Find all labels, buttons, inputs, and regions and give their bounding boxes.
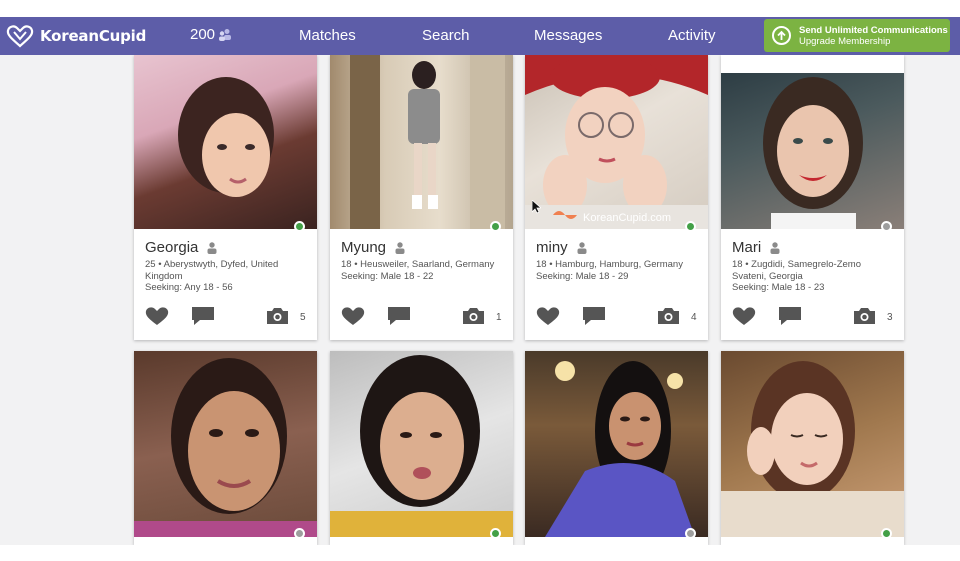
heart-icon[interactable] <box>145 306 169 326</box>
profile-card[interactable] <box>721 351 904 545</box>
credits-counter[interactable]: 200 <box>190 26 232 43</box>
upgrade-subtitle: Upgrade Membership <box>799 35 891 47</box>
person-icon <box>207 241 217 254</box>
profile-seeking: Seeking: Male 18 - 23 <box>732 282 825 293</box>
heart-icon[interactable] <box>732 306 756 326</box>
profile-photo[interactable]: KoreanCupid.com <box>525 55 708 229</box>
top-margin <box>0 0 960 17</box>
face-illustration <box>178 77 274 197</box>
profile-card[interactable] <box>525 351 708 545</box>
camera-icon[interactable] <box>853 306 876 325</box>
profile-details: 18 • Heusweiler, Saarland, Germany Seeki… <box>341 259 506 282</box>
face-illustration <box>134 358 317 537</box>
profile-card[interactable] <box>330 351 513 545</box>
offline-status-dot <box>294 528 305 539</box>
profile-photo[interactable] <box>525 351 708 537</box>
users-icon <box>219 28 232 41</box>
mouse-cursor-icon <box>532 200 541 214</box>
profile-name-row: Myung <box>341 239 405 256</box>
online-status-dot <box>294 221 305 232</box>
credits-count: 200 <box>190 26 216 43</box>
message-icon[interactable] <box>582 306 606 326</box>
profile-seeking: Seeking: Male 18 - 29 <box>536 270 629 282</box>
card-actions: 5 <box>145 306 310 328</box>
face-illustration: KoreanCupid.com <box>525 55 708 229</box>
profile-photo[interactable] <box>330 55 513 229</box>
profile-photo[interactable] <box>134 55 317 229</box>
photo-count: 3 <box>887 312 893 323</box>
watermark-text: KoreanCupid.com <box>583 212 671 224</box>
profile-card[interactable]: KoreanCupid.com miny 18 • Hamburg, Hambu… <box>525 55 708 340</box>
arrow-up-icon <box>772 26 791 45</box>
camera-icon[interactable] <box>657 306 680 325</box>
online-status-dot <box>881 528 892 539</box>
photo-count: 4 <box>691 312 697 323</box>
camera-icon[interactable] <box>266 306 289 325</box>
person-icon <box>395 241 405 254</box>
profile-location: 25 • Aberystwyth, Dyfed, United Kingdom <box>145 259 279 282</box>
profile-name-row: miny <box>536 239 587 256</box>
profile-name[interactable]: Georgia <box>145 239 198 256</box>
profile-details: 18 • Zugdidi, Samegrelo-Zemo Svateni, Ge… <box>732 259 897 294</box>
nav-search[interactable]: Search <box>422 27 470 44</box>
photo-count: 1 <box>496 312 502 323</box>
profile-photo[interactable] <box>330 351 513 537</box>
profile-seeking: Seeking: Male 18 - 22 <box>341 270 434 282</box>
offline-status-dot <box>881 221 892 232</box>
profile-details: 18 • Hamburg, Hamburg, Germany Seeking: … <box>536 259 701 282</box>
face-illustration <box>721 361 904 537</box>
profile-name-row: Georgia <box>145 239 217 256</box>
profile-grid: Georgia 25 • Aberystwyth, Dyfed, United … <box>0 55 960 545</box>
nav-matches[interactable]: Matches <box>299 27 356 44</box>
profile-card[interactable]: Myung 18 • Heusweiler, Saarland, Germany… <box>330 55 513 340</box>
profile-card[interactable] <box>134 351 317 545</box>
upgrade-button[interactable]: Send Unlimited Communications Upgrade Me… <box>764 19 950 52</box>
profile-location: 18 • Heusweiler, Saarland, Germany <box>341 259 495 270</box>
person-icon <box>770 241 780 254</box>
message-icon[interactable] <box>387 306 411 326</box>
brand-logo[interactable]: KoreanCupid <box>6 22 146 50</box>
profile-name[interactable]: miny <box>536 239 568 256</box>
offline-status-dot <box>685 528 696 539</box>
message-icon[interactable] <box>778 306 802 326</box>
card-actions: 4 <box>536 306 701 328</box>
profile-photo[interactable] <box>721 73 904 229</box>
card-actions: 3 <box>732 306 897 328</box>
profile-card[interactable]: Georgia 25 • Aberystwyth, Dyfed, United … <box>134 55 317 340</box>
heart-icon[interactable] <box>341 306 365 326</box>
screen: KoreanCupid 200 Matches Search Messages … <box>0 0 960 561</box>
face-illustration <box>763 77 863 229</box>
person-icon <box>577 241 587 254</box>
brand-name: KoreanCupid <box>40 27 147 45</box>
profile-name-row: Mari <box>732 239 780 256</box>
card-actions: 1 <box>341 306 506 328</box>
heart-icon[interactable] <box>536 306 560 326</box>
nav-messages[interactable]: Messages <box>534 27 602 44</box>
profile-details: 25 • Aberystwyth, Dyfed, United Kingdom … <box>145 259 310 294</box>
profile-photo[interactable] <box>721 351 904 537</box>
profile-photo[interactable] <box>134 351 317 537</box>
profile-name[interactable]: Mari <box>732 239 761 256</box>
profile-location: 18 • Hamburg, Hamburg, Germany <box>536 259 683 270</box>
full-body-illustration <box>350 55 505 229</box>
online-status-dot <box>685 221 696 232</box>
upgrade-title: Send Unlimited Communications <box>799 24 948 36</box>
bottom-margin <box>0 545 960 561</box>
profile-card[interactable]: Mari 18 • Zugdidi, Samegrelo-Zemo Svaten… <box>721 55 904 340</box>
camera-icon[interactable] <box>462 306 485 325</box>
nav-activity[interactable]: Activity <box>668 27 716 44</box>
profile-name[interactable]: Myung <box>341 239 386 256</box>
heart-logo-icon <box>6 25 34 48</box>
face-illustration <box>545 361 695 537</box>
photo-count: 5 <box>300 312 306 323</box>
face-illustration <box>330 355 513 537</box>
upgrade-text: Send Unlimited Communications Upgrade Me… <box>799 25 948 47</box>
message-icon[interactable] <box>191 306 215 326</box>
online-status-dot <box>490 528 501 539</box>
profile-location: 18 • Zugdidi, Samegrelo-Zemo Svateni, Ge… <box>732 259 861 282</box>
profile-seeking: Seeking: Any 18 - 56 <box>145 282 233 293</box>
online-status-dot <box>490 221 501 232</box>
